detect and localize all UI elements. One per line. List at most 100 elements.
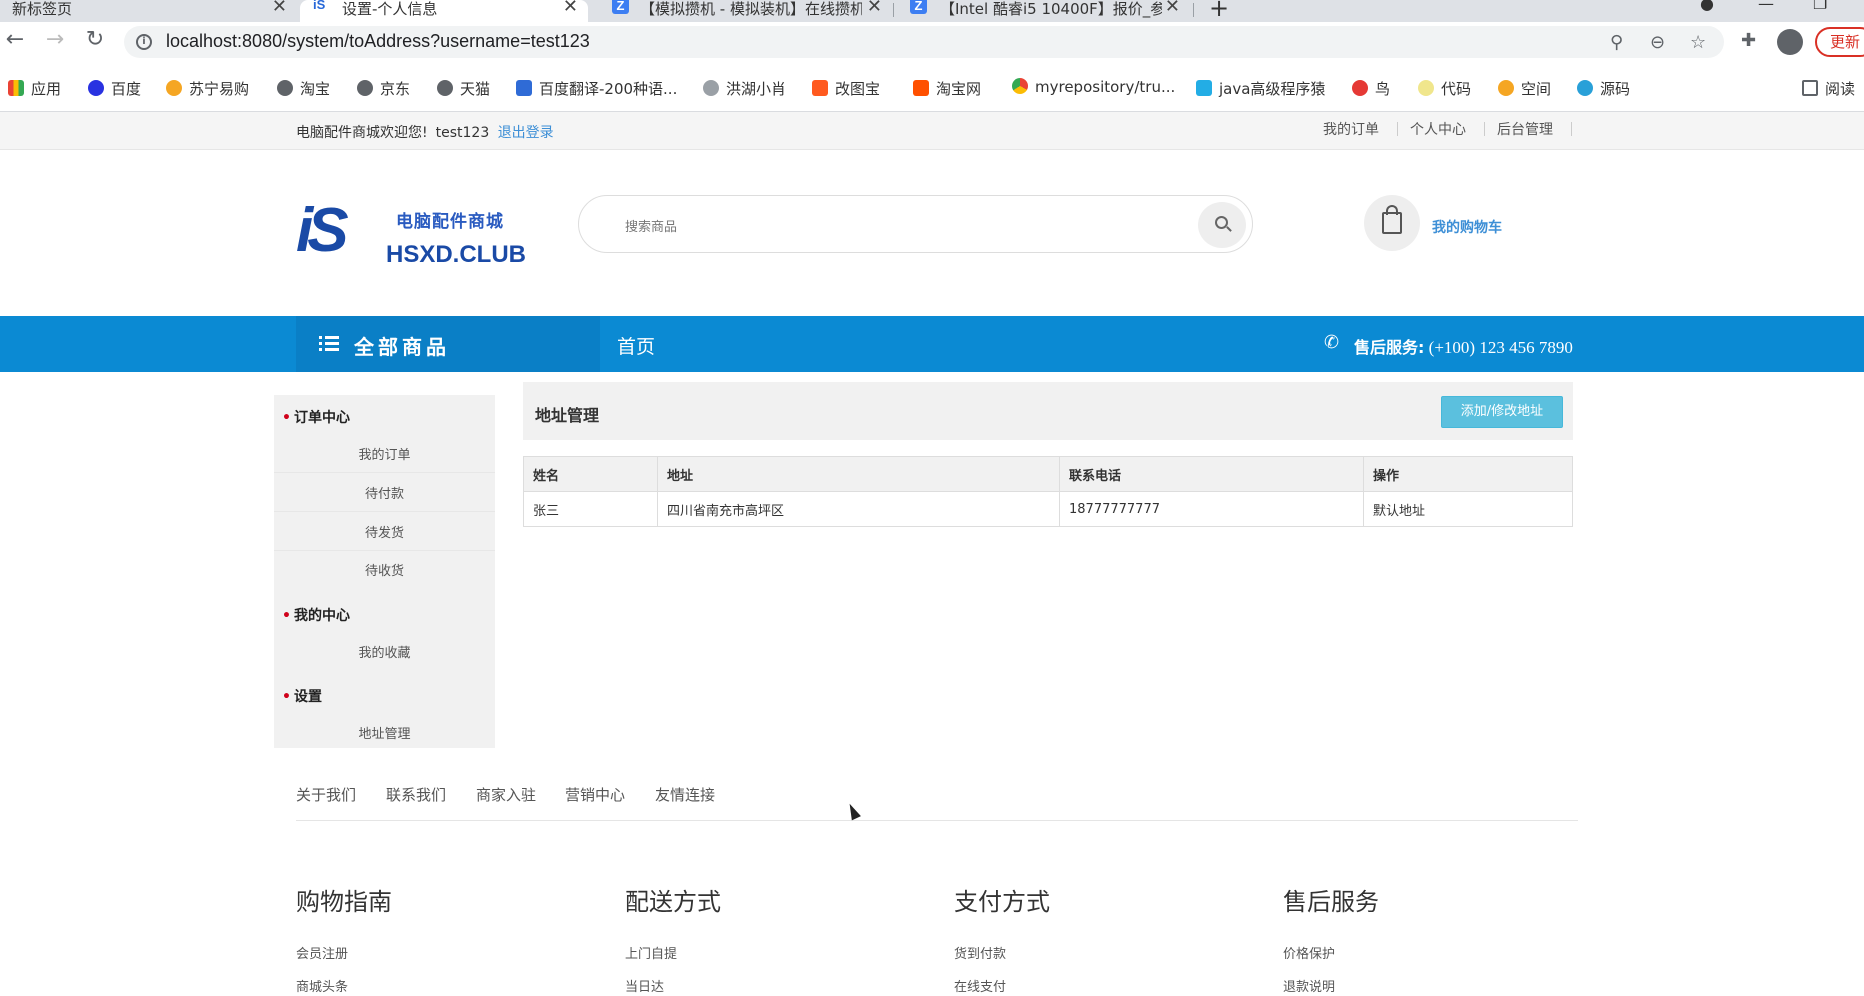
sidebar-item-my-orders[interactable]: 我的订单	[274, 444, 495, 463]
footer-link-about[interactable]: 关于我们	[296, 784, 356, 805]
extensions-icon[interactable]: ✚	[1741, 30, 1756, 51]
logout-link[interactable]: 退出登录	[498, 125, 554, 141]
default-address-action[interactable]: 默认地址	[1363, 491, 1573, 527]
divider	[274, 550, 495, 551]
address-bar[interactable]: i localhost:8080/system/toAddress?userna…	[124, 26, 1724, 58]
tab-simulated-build[interactable]: Z 【模拟攒机 - 模拟装机】在线攒机 ✕	[610, 0, 882, 22]
tab-title: 【Intel 酷睿i5 10400F】报价_参	[940, 0, 1162, 18]
translate-icon	[516, 80, 532, 96]
after-sales-label: 售后服务:	[1354, 338, 1425, 357]
column-header-phone: 联系电话	[1059, 456, 1364, 492]
cart-link[interactable]: 我的购物车	[1432, 217, 1502, 237]
bookmark-star-icon[interactable]: ☆	[1690, 32, 1706, 53]
location-icon[interactable]: ⚲	[1610, 32, 1623, 53]
tab-intel-price[interactable]: Z 【Intel 酷睿i5 10400F】报价_参 ✕	[908, 0, 1180, 22]
personal-center-link[interactable]: 个人中心	[1410, 119, 1466, 139]
bookmark-myrepository[interactable]: myrepository/tru...	[1012, 78, 1175, 96]
bookmark-baidu[interactable]: 百度	[88, 78, 141, 99]
footer-link-merchant[interactable]: 商家入驻	[476, 784, 536, 805]
footer-heading-delivery: 配送方式	[625, 888, 721, 916]
footer-link-pickup[interactable]: 上门自提	[625, 943, 677, 962]
add-edit-address-button[interactable]: 添加/修改地址	[1441, 396, 1563, 428]
url-text[interactable]: localhost:8080/system/toAddress?username…	[166, 31, 590, 52]
footer-link-friends[interactable]: 友情连接	[655, 784, 715, 805]
user-sidebar: • 订单中心 我的订单 待付款 待发货 待收货 • 我的中心 我的收藏 • 设置 地址…	[274, 395, 495, 748]
bookmark-gaitubao[interactable]: 改图宝	[812, 78, 880, 99]
address-panel-header: 地址管理 添加/修改地址	[523, 382, 1573, 440]
bookmark-taobao-net[interactable]: 淘宝网	[913, 78, 981, 99]
all-products-menu[interactable]: 全部商品	[296, 316, 600, 372]
restore-icon[interactable]: ❐	[1813, 0, 1827, 13]
minimize-icon[interactable]: —	[1758, 0, 1774, 13]
gaitubao-icon	[812, 80, 828, 96]
update-button[interactable]: 更新	[1815, 27, 1864, 57]
footer-link-refund[interactable]: 退款说明	[1283, 976, 1335, 995]
sidebar-item-pending-receipt[interactable]: 待收货	[274, 560, 495, 579]
cart-button[interactable]	[1364, 195, 1420, 251]
footer-link-price-protection[interactable]: 价格保护	[1283, 943, 1335, 962]
my-orders-link[interactable]: 我的订单	[1323, 119, 1379, 139]
footer-heading-payment: 支付方式	[954, 888, 1050, 916]
bookmark-jd[interactable]: 京东	[357, 78, 410, 99]
nav-home-link[interactable]: 首页	[617, 332, 655, 359]
footer-heading-shopping-guide: 购物指南	[296, 888, 392, 916]
tab-settings-profile[interactable]: iS 设置-个人信息 ✕	[300, 0, 588, 22]
bookmark-source[interactable]: 源码	[1577, 78, 1630, 99]
mouse-cursor-icon	[845, 801, 861, 821]
zol-favicon-icon: Z	[910, 0, 927, 14]
bookmark-bird[interactable]: 鸟	[1352, 78, 1390, 99]
new-tab-button[interactable]: +	[1209, 0, 1229, 22]
close-icon[interactable]: ✕	[563, 0, 578, 17]
reading-list[interactable]: 阅读	[1802, 78, 1855, 99]
sidebar-item-pending-shipment[interactable]: 待发货	[274, 522, 495, 541]
bookmark-honghu[interactable]: 洪湖小肖	[703, 78, 786, 99]
after-sales-phone: 售后服务: (+100) 123 456 7890	[1354, 334, 1573, 358]
footer-link-contact[interactable]: 联系我们	[386, 784, 446, 805]
footer-link-marketing[interactable]: 营销中心	[565, 784, 625, 805]
bookmark-code[interactable]: 代码	[1418, 78, 1471, 99]
phone-icon: ✆	[1324, 332, 1340, 353]
footer-divider	[296, 820, 1578, 821]
after-sales-number: (+100) 123 456 7890	[1428, 338, 1573, 357]
zol-favicon-icon: Z	[612, 0, 629, 14]
globe-icon	[437, 80, 453, 96]
search-box[interactable]: 搜索商品	[578, 195, 1253, 253]
tab-title: 【模拟攒机 - 模拟装机】在线攒机	[640, 0, 862, 18]
reload-icon[interactable]: ↻	[80, 27, 110, 52]
site-logo[interactable]: iS 电脑配件商城 HSXD.CLUB	[296, 195, 526, 273]
footer-link-register[interactable]: 会员注册	[296, 943, 348, 962]
chrome-icon	[1012, 78, 1028, 94]
bookmark-tmall[interactable]: 天猫	[437, 78, 490, 99]
admin-link[interactable]: 后台管理	[1497, 119, 1553, 139]
bookmark-baidu-translate[interactable]: 百度翻译-200种语...	[516, 78, 677, 99]
footer-link-same-day[interactable]: 当日达	[625, 976, 664, 995]
bookmark-taobao[interactable]: 淘宝	[277, 78, 330, 99]
bookmark-suning[interactable]: 苏宁易购	[166, 78, 249, 99]
zoom-icon[interactable]: ⊖	[1650, 32, 1665, 53]
profile-dropdown-icon[interactable]: ●	[1700, 0, 1714, 13]
search-button[interactable]	[1198, 202, 1246, 248]
site-info-icon[interactable]: i	[136, 34, 152, 50]
bookmark-java[interactable]: java高级程序猿	[1196, 78, 1325, 99]
column-header-address: 地址	[657, 456, 1060, 492]
source-icon	[1577, 80, 1593, 96]
sidebar-item-favorites[interactable]: 我的收藏	[274, 642, 495, 661]
close-icon[interactable]: ✕	[867, 0, 882, 17]
footer-link-headlines[interactable]: 商城头条	[296, 976, 348, 995]
footer-link-online-pay[interactable]: 在线支付	[954, 976, 1006, 995]
forward-icon[interactable]: →	[40, 27, 70, 52]
tab-separator	[1193, 3, 1194, 17]
bilibili-icon	[1196, 80, 1212, 96]
sidebar-item-address-management[interactable]: 地址管理	[274, 723, 495, 742]
search-input[interactable]: 搜索商品	[625, 216, 677, 235]
profile-avatar[interactable]	[1777, 29, 1803, 55]
bookmark-space[interactable]: 空间	[1498, 78, 1551, 99]
tab-new-tab[interactable]: 新标签页 ✕	[12, 0, 287, 22]
sidebar-item-pending-payment[interactable]: 待付款	[274, 483, 495, 502]
close-icon[interactable]: ✕	[1165, 0, 1180, 17]
back-icon[interactable]: ←	[0, 27, 30, 52]
site-top-bar: 电脑配件商城欢迎您! test123 退出登录 我的订单 个人中心 后台管理	[0, 112, 1864, 150]
footer-link-cod[interactable]: 货到付款	[954, 943, 1006, 962]
close-icon[interactable]: ✕	[272, 0, 287, 17]
bookmark-apps[interactable]: 应用	[8, 78, 61, 99]
